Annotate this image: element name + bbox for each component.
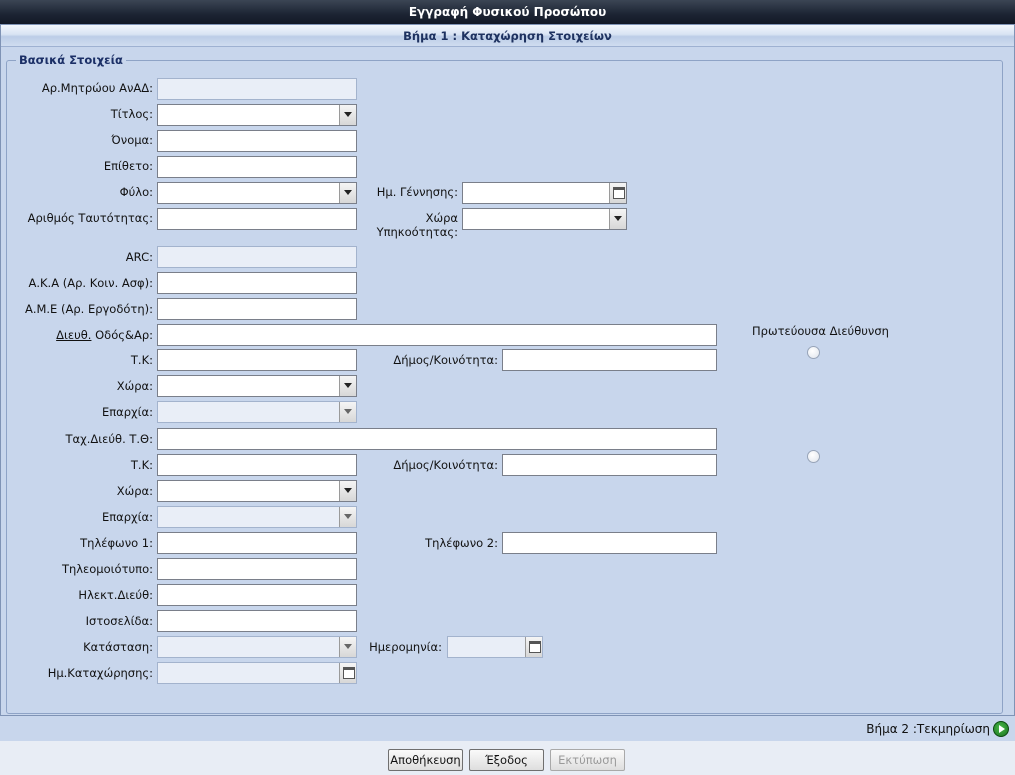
- chevron-down-icon[interactable]: [339, 507, 356, 527]
- button-bar: Αποθήκευση Έξοδος Εκτύπωση: [0, 741, 1015, 775]
- country-1-label: Χώρα:: [116, 379, 153, 393]
- chevron-down-icon[interactable]: [339, 105, 356, 125]
- calendar-icon[interactable]: [525, 637, 542, 657]
- primary-address-label: Πρωτεύουσα Διεύθυνση: [752, 324, 889, 338]
- arc-field[interactable]: [157, 246, 357, 268]
- basic-info-section: Βασικά Στοιχεία: [6, 53, 1003, 714]
- phone-2-field[interactable]: [502, 532, 717, 554]
- municipality-1-field[interactable]: [502, 349, 717, 371]
- postal-code-2-field[interactable]: [157, 454, 357, 476]
- status-date-field[interactable]: [447, 636, 543, 658]
- calendar-icon[interactable]: [609, 183, 626, 203]
- registry-no-label: Αρ.Μητρώου ΑνΑΔ:: [41, 81, 153, 95]
- district-1-select[interactable]: [157, 401, 357, 423]
- gender-label: Φύλο:: [119, 185, 153, 199]
- registry-no-field[interactable]: [157, 78, 357, 100]
- title-label: Τίτλος:: [110, 107, 153, 121]
- chevron-down-icon[interactable]: [339, 481, 356, 501]
- calendar-icon[interactable]: [339, 663, 356, 683]
- save-button[interactable]: Αποθήκευση: [388, 749, 463, 771]
- citizenship-select[interactable]: [462, 208, 627, 230]
- district-2-label: Επαρχία:: [101, 510, 153, 524]
- id-number-field[interactable]: [157, 208, 357, 230]
- window-title: Εγγραφή Φυσικού Προσώπου: [0, 0, 1015, 24]
- po-box-field[interactable]: [157, 428, 717, 450]
- status-label: Κατάσταση:: [83, 640, 153, 654]
- next-step-link[interactable]: Βήμα 2 :Τεκμηρίωση: [866, 720, 1009, 738]
- address-link[interactable]: Διευθ.: [56, 328, 91, 342]
- municipality-2-field[interactable]: [502, 454, 717, 476]
- district-2-select[interactable]: [157, 506, 357, 528]
- postal-code-2-label: Τ.Κ:: [130, 458, 153, 472]
- first-name-field[interactable]: [157, 130, 357, 152]
- social-insurance-field[interactable]: [157, 272, 357, 294]
- postal-code-1-label: Τ.Κ:: [130, 353, 153, 367]
- municipality-2-label: Δήμος/Κοινότητα:: [393, 458, 498, 472]
- website-field[interactable]: [157, 610, 357, 632]
- chevron-down-icon[interactable]: [339, 402, 356, 422]
- phone-1-label: Τηλέφωνο 1:: [80, 536, 153, 550]
- print-button[interactable]: Εκτύπωση: [550, 749, 625, 771]
- chevron-down-icon[interactable]: [339, 376, 356, 396]
- address-label: Διευθ. Οδός&Αρ:: [56, 328, 153, 342]
- employer-no-label: Α.Μ.Ε (Αρ. Εργοδότη):: [24, 302, 153, 316]
- gender-select[interactable]: [157, 182, 357, 204]
- employer-no-field[interactable]: [157, 298, 357, 320]
- fax-field[interactable]: [157, 558, 357, 580]
- postal-code-1-field[interactable]: [157, 349, 357, 371]
- arc-label: ARC:: [125, 250, 153, 264]
- birth-date-label: Ημ. Γέννησης:: [376, 185, 458, 199]
- district-1-label: Επαρχία:: [101, 405, 153, 419]
- phone-1-field[interactable]: [157, 532, 357, 554]
- birth-date-field[interactable]: [462, 182, 627, 204]
- website-label: Ιστοσελίδα:: [85, 614, 153, 628]
- title-select[interactable]: [157, 104, 357, 126]
- chevron-down-icon[interactable]: [339, 183, 356, 203]
- status-select[interactable]: [157, 636, 357, 658]
- primary-address-radio-1[interactable]: [807, 346, 820, 359]
- first-name-label: Όνομα:: [111, 133, 153, 147]
- arrow-right-icon[interactable]: [993, 721, 1009, 737]
- registration-date-label: Ημ.Καταχώρησης:: [47, 666, 153, 680]
- address-label-rest: Οδός&Αρ:: [91, 328, 153, 342]
- registration-date-field[interactable]: [157, 662, 357, 684]
- country-2-select[interactable]: [157, 480, 357, 502]
- exit-button[interactable]: Έξοδος: [469, 749, 544, 771]
- last-name-field[interactable]: [157, 156, 357, 178]
- country-2-label: Χώρα:: [116, 484, 153, 498]
- id-number-label: Αριθμός Ταυτότητας:: [27, 211, 153, 225]
- country-1-select[interactable]: [157, 375, 357, 397]
- phone-2-label: Τηλέφωνο 2:: [425, 536, 498, 550]
- email-label: Ηλεκτ.Διεύθ:: [78, 588, 153, 602]
- address-field[interactable]: [157, 324, 717, 346]
- email-field[interactable]: [157, 584, 357, 606]
- step-1-header: Βήμα 1 : Καταχώρηση Στοιχείων: [1, 25, 1014, 47]
- chevron-down-icon[interactable]: [339, 637, 356, 657]
- chevron-down-icon[interactable]: [609, 209, 626, 229]
- municipality-1-label: Δήμος/Κοινότητα:: [393, 353, 498, 367]
- primary-address-radio-2[interactable]: [807, 450, 820, 463]
- next-step-label[interactable]: Βήμα 2 :Τεκμηρίωση: [866, 722, 990, 736]
- fax-label: Τηλεομοιότυπο:: [61, 562, 153, 576]
- status-date-label: Ημερομηνία:: [369, 640, 442, 654]
- po-box-label: Ταχ.Διεύθ. Τ.Θ:: [65, 432, 154, 446]
- citizenship-label-line2: Υπηκοότητας:: [376, 225, 458, 239]
- section-legend: Βασικά Στοιχεία: [19, 53, 123, 67]
- last-name-label: Επίθετο:: [103, 159, 153, 173]
- social-insurance-label: Α.Κ.Α (Αρ. Κοιν. Ασφ):: [28, 276, 153, 290]
- citizenship-label-line1: Χώρα: [425, 211, 458, 225]
